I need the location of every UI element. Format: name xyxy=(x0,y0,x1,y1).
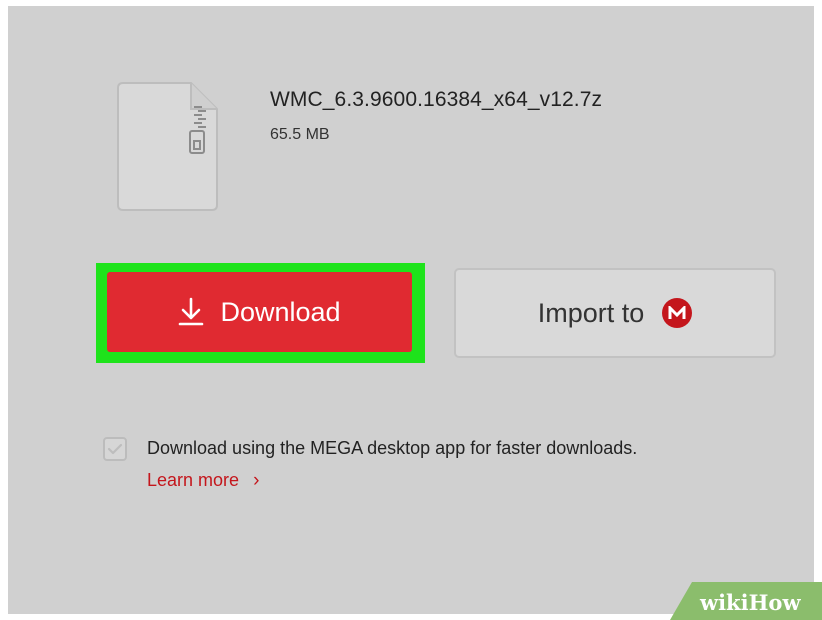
wikihow-watermark: wikiHow xyxy=(700,590,801,615)
screenshot-stage: WMC_6.3.9600.16384_x64_v12.7z 65.5 MB Do… xyxy=(0,0,822,620)
download-label: Download xyxy=(220,296,341,327)
learn-more-label: Learn more xyxy=(147,470,240,490)
download-arrow-icon xyxy=(178,297,204,327)
checkmark-icon xyxy=(107,443,123,455)
chevron-right-icon: › xyxy=(253,470,260,491)
learn-more-link[interactable]: Learn more › xyxy=(147,470,259,492)
import-to-mega-button[interactable]: Import to xyxy=(454,268,776,358)
mega-logo-icon xyxy=(662,298,693,328)
import-label: Import to xyxy=(537,297,645,328)
file-size: 65.5 MB xyxy=(270,126,330,143)
desktop-app-description: Download using the MEGA desktop app for … xyxy=(147,438,638,458)
file-name: WMC_6.3.9600.16384_x64_v12.7z xyxy=(270,88,603,111)
zip-file-icon xyxy=(117,81,219,212)
desktop-app-checkbox[interactable] xyxy=(103,437,127,461)
download-button[interactable]: Download xyxy=(107,272,412,352)
